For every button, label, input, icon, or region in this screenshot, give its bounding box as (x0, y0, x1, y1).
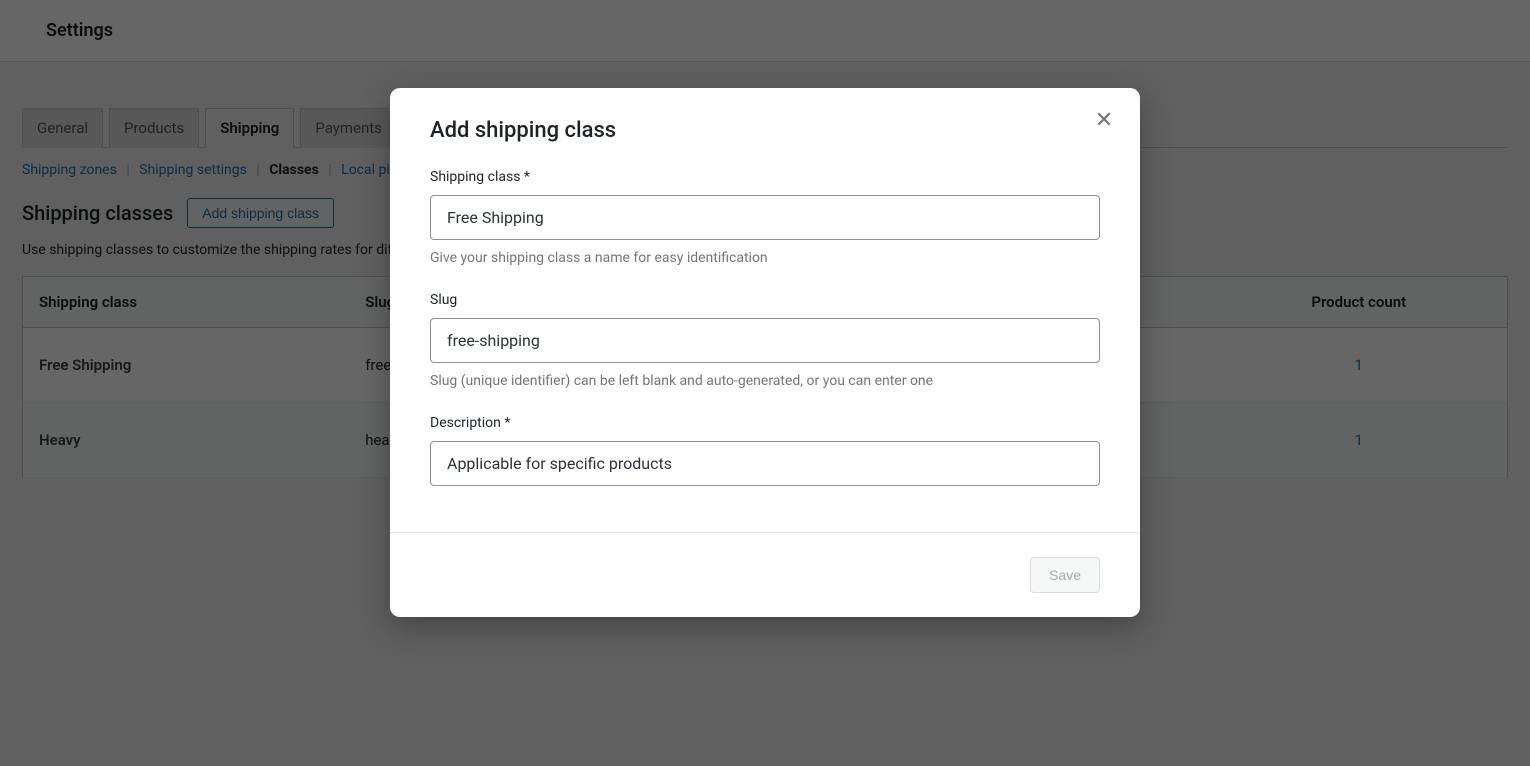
label-shipping-class: Shipping class * (430, 169, 1100, 185)
label-description: Description * (430, 415, 1100, 431)
slug-input[interactable] (430, 318, 1100, 363)
modal-title: Add shipping class (430, 118, 1100, 143)
form-group-slug: Slug Slug (unique identifier) can be lef… (430, 292, 1100, 389)
shipping-class-input[interactable] (430, 195, 1100, 240)
description-input[interactable] (430, 441, 1100, 486)
save-button[interactable]: Save (1030, 557, 1100, 593)
form-group-description: Description * (430, 415, 1100, 486)
modal-overlay[interactable]: ✕ Add shipping class Shipping class * Gi… (0, 0, 1530, 766)
label-slug: Slug (430, 292, 1100, 308)
hint-shipping-class: Give your shipping class a name for easy… (430, 250, 1100, 266)
modal-body: ✕ Add shipping class Shipping class * Gi… (390, 88, 1140, 532)
close-icon[interactable]: ✕ (1090, 106, 1118, 134)
modal-footer: Save (390, 532, 1140, 617)
add-shipping-class-modal: ✕ Add shipping class Shipping class * Gi… (390, 88, 1140, 617)
hint-slug: Slug (unique identifier) can be left bla… (430, 373, 1100, 389)
form-group-name: Shipping class * Give your shipping clas… (430, 169, 1100, 266)
